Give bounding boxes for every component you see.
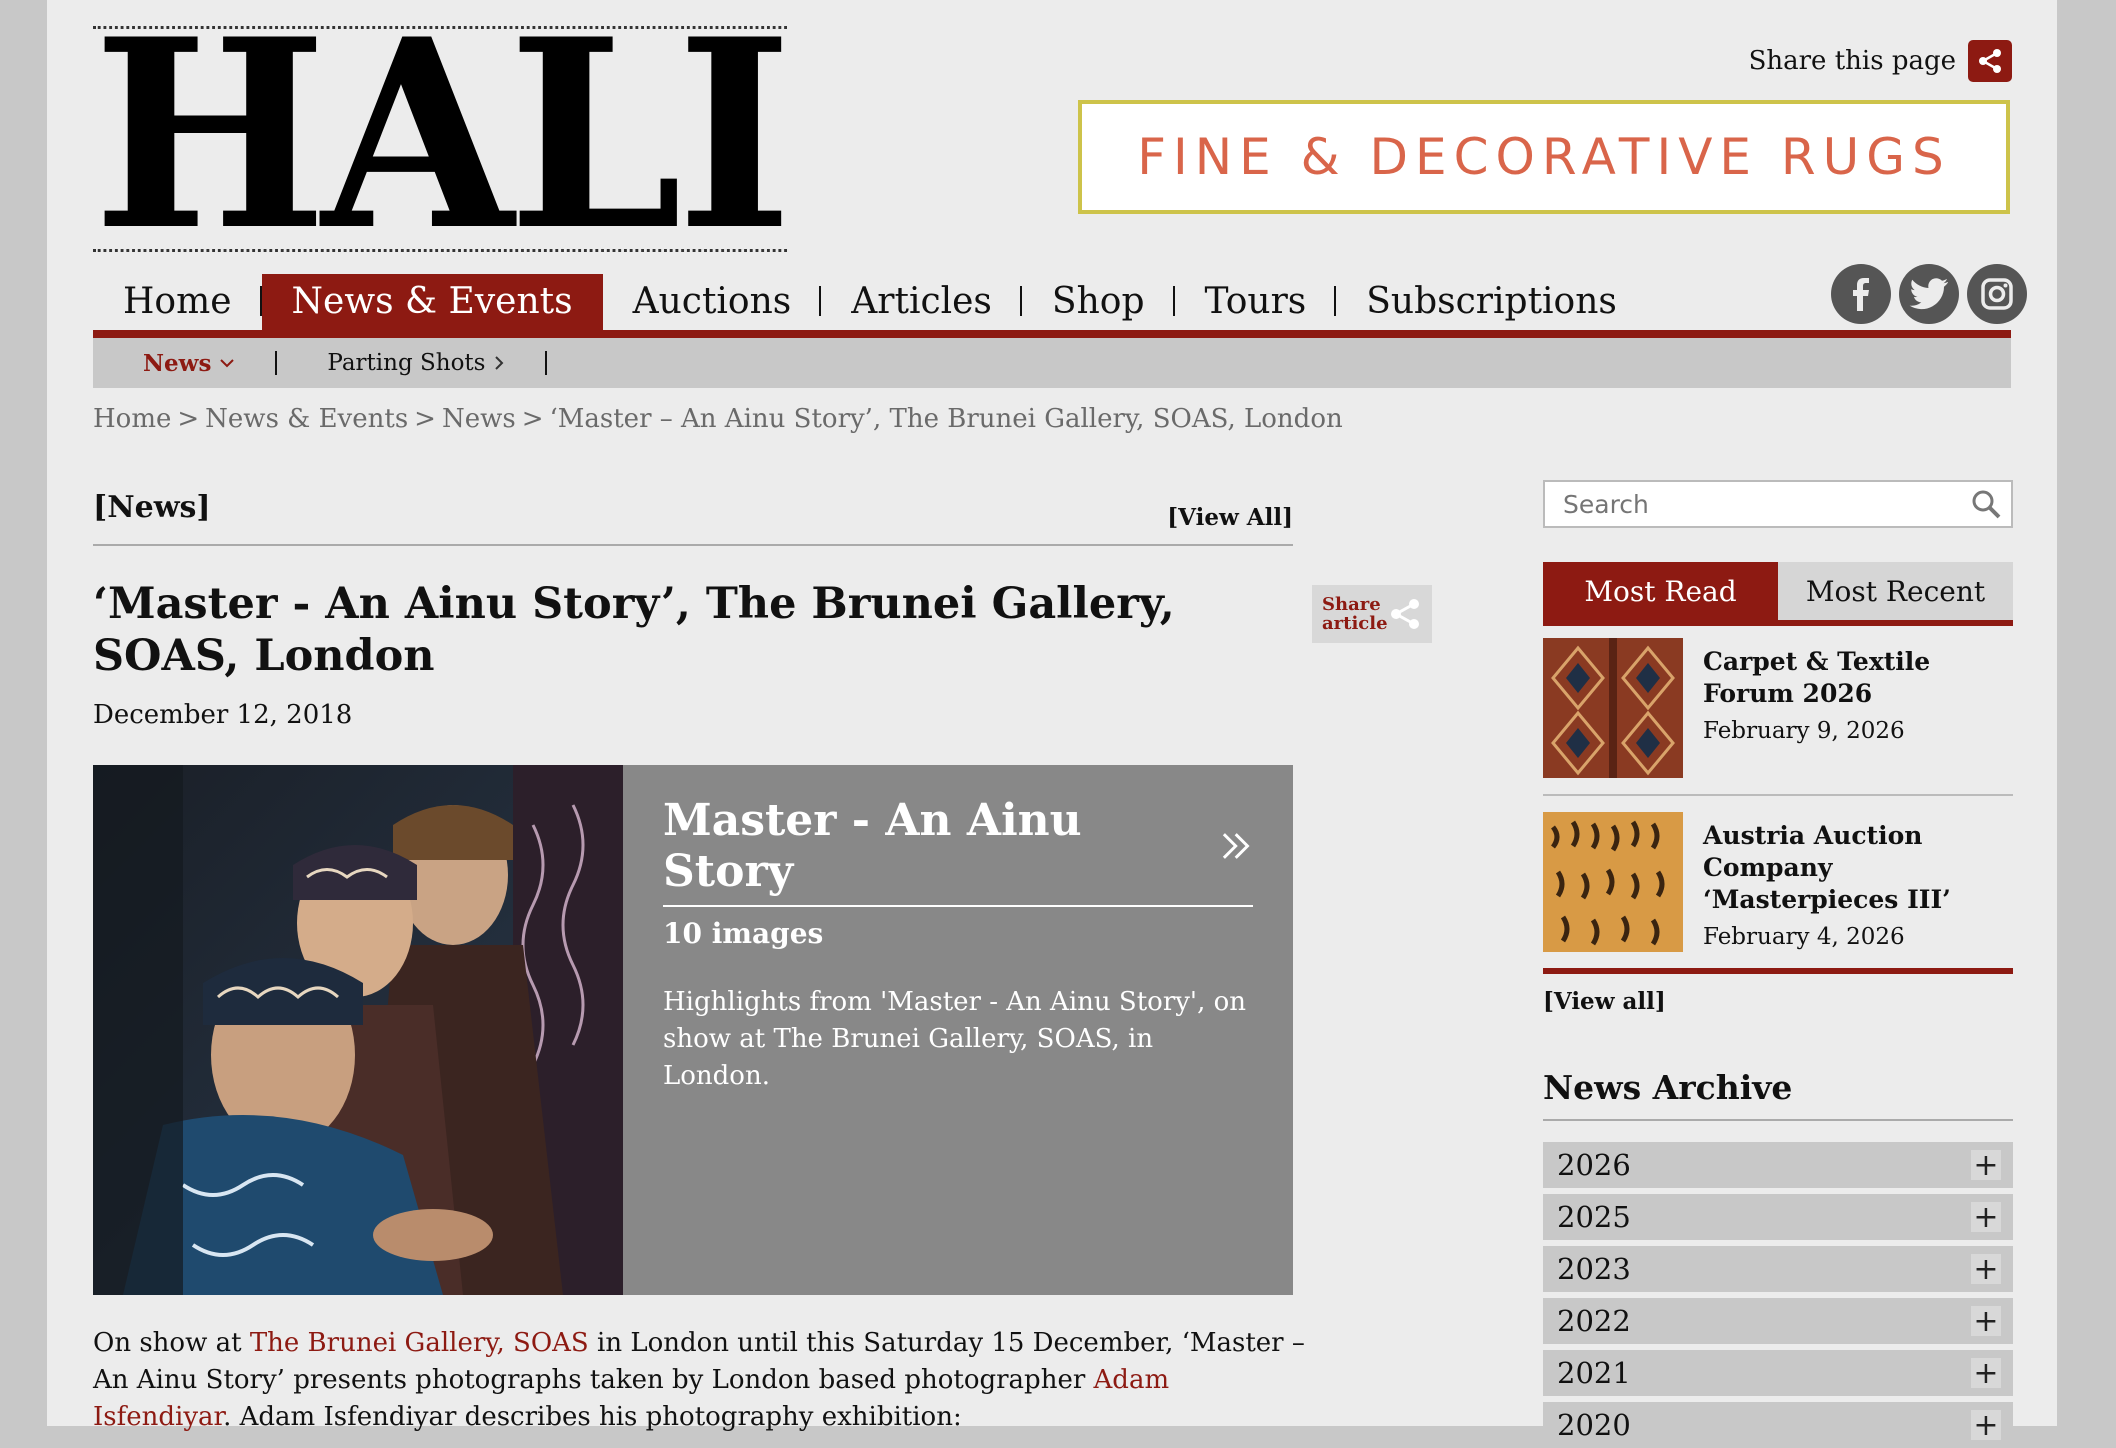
breadcrumb-sep: > xyxy=(521,404,544,434)
gallery-title-row[interactable]: Master - An Ainu Story xyxy=(663,795,1253,907)
list-item[interactable]: Carpet & Textile Forum 2026 February 9, … xyxy=(1543,638,2013,778)
article-title: ‘Master - An Ainu Story’, The Brunei Gal… xyxy=(93,579,1175,681)
main-nav: Home News & Events Auctions Articles Sho… xyxy=(93,274,2011,338)
breadcrumb-sep: > xyxy=(414,404,436,434)
image-gallery[interactable]: Master - An Ainu Story 10 images Highlig… xyxy=(93,765,1293,1295)
plus-icon[interactable]: + xyxy=(1971,1304,2001,1339)
list-item-date: February 4, 2026 xyxy=(1703,924,1905,950)
share-icon xyxy=(1391,599,1419,629)
nav-home[interactable]: Home xyxy=(93,274,262,330)
archive-year: 2023 xyxy=(1557,1252,1631,1286)
double-chevron-right-icon[interactable] xyxy=(1218,828,1253,864)
share-page[interactable]: Share this page xyxy=(1749,40,2012,82)
subnav-divider xyxy=(545,351,548,375)
archive-year-row[interactable]: 2026 + xyxy=(1543,1142,2013,1188)
breadcrumb-current: ‘Master – An Ainu Story’, The Brunei Gal… xyxy=(549,404,1343,434)
body-text: On show at xyxy=(93,1328,250,1358)
plus-icon[interactable]: + xyxy=(1971,1252,2001,1287)
list-item-date: February 9, 2026 xyxy=(1703,718,1905,744)
list-item-title[interactable]: Austria Auction Company ‘Masterpieces II… xyxy=(1703,820,2013,916)
share-icon[interactable] xyxy=(1968,40,2012,82)
share-page-label: Share this page xyxy=(1748,46,1956,76)
chevron-down-icon xyxy=(220,359,235,368)
news-archive-title: News Archive xyxy=(1543,1068,2013,1121)
archive-year: 2025 xyxy=(1557,1200,1631,1234)
most-read-bottom-rule xyxy=(1543,968,2013,974)
nav-shop[interactable]: Shop xyxy=(1022,274,1175,330)
breadcrumb: Home > News & Events > News > ‘Master – An Ain… xyxy=(93,404,1343,434)
page: HALI Share this page FINE & DECORATIVE R… xyxy=(47,0,2057,1448)
subnav-parting-shots-label: Parting Shots xyxy=(327,350,486,376)
archive-year-row[interactable]: 2023 + xyxy=(1543,1246,2013,1292)
divider xyxy=(1543,794,2013,796)
nav-tours[interactable]: Tours xyxy=(1175,274,1337,330)
article-date: December 12, 2018 xyxy=(93,700,353,730)
plus-icon[interactable]: + xyxy=(1971,1200,2001,1235)
archive-year-row[interactable]: 2021 + xyxy=(1543,1350,2013,1396)
facebook-icon[interactable] xyxy=(1831,264,1891,324)
tab-most-read[interactable]: Most Read xyxy=(1543,562,1778,620)
twitter-icon[interactable] xyxy=(1899,264,1959,324)
archive-year-row[interactable]: 2025 + xyxy=(1543,1194,2013,1240)
nav-subscriptions[interactable]: Subscriptions xyxy=(1336,274,1647,330)
list-item-title[interactable]: Carpet & Textile Forum 2026 xyxy=(1703,646,2013,710)
share-article-button[interactable]: Share article xyxy=(1312,585,1432,643)
archive-year-row[interactable]: 2020 + xyxy=(1543,1402,2013,1448)
nav-news-events[interactable]: News & Events xyxy=(261,274,603,330)
archive-year: 2022 xyxy=(1557,1304,1631,1338)
search-input[interactable] xyxy=(1561,488,1955,520)
breadcrumb-sep: > xyxy=(177,404,200,434)
gallery-info: Master - An Ainu Story 10 images Highlig… xyxy=(663,795,1253,1095)
sub-nav: News Parting Shots xyxy=(93,338,2011,388)
archive-year: 2021 xyxy=(1557,1356,1631,1390)
archive-year: 2026 xyxy=(1557,1148,1631,1182)
nav-articles[interactable]: Articles xyxy=(821,274,1022,330)
gallery-description: Highlights from 'Master - An Ainu Story'… xyxy=(663,987,1247,1091)
most-read-view-all[interactable]: [View all] xyxy=(1543,988,1666,1015)
body-text: . Adam Isfendiyar describes his photogra… xyxy=(223,1402,962,1432)
search-box xyxy=(1543,480,2013,528)
plus-icon[interactable]: + xyxy=(1971,1408,2001,1443)
breadcrumb-news[interactable]: News xyxy=(442,404,516,434)
subnav-news-label: News xyxy=(143,349,212,377)
instagram-icon[interactable] xyxy=(1967,264,2027,324)
archive-year-row[interactable]: 2022 + xyxy=(1543,1298,2013,1344)
hali-logo[interactable]: HALI xyxy=(93,26,787,252)
list-item-text: Carpet & Textile Forum 2026 February 9, … xyxy=(1703,638,2013,778)
banner-ad[interactable]: FINE & DECORATIVE RUGS xyxy=(1078,100,2010,214)
carpet-thumbnail[interactable] xyxy=(1543,638,1683,778)
brunei-gallery-link[interactable]: The Brunei Gallery, SOAS xyxy=(250,1328,589,1358)
subnav-news[interactable]: News xyxy=(143,350,275,377)
nav-auctions[interactable]: Auctions xyxy=(603,274,822,330)
archive-year: 2020 xyxy=(1557,1408,1631,1442)
chevron-right-icon xyxy=(495,356,504,370)
plus-icon[interactable]: + xyxy=(1971,1148,2001,1183)
search-icon[interactable] xyxy=(1971,489,2001,519)
subnav-parting-shots[interactable]: Parting Shots xyxy=(327,350,545,376)
share-article-label: Share article xyxy=(1322,594,1388,634)
article-body: On show at The Brunei Gallery, SOAS in L… xyxy=(93,1325,1313,1436)
section-header: [News] [View All] xyxy=(93,490,1293,546)
list-item-text: Austria Auction Company ‘Masterpieces II… xyxy=(1703,812,2013,952)
social-links xyxy=(1831,264,2027,324)
section-title: [News] xyxy=(93,490,211,525)
breadcrumb-home[interactable]: Home xyxy=(93,404,171,434)
subnav-divider xyxy=(275,351,278,375)
sidebar-tabs: Most Read Most Recent xyxy=(1543,562,2013,626)
breadcrumb-news-events[interactable]: News & Events xyxy=(205,404,408,434)
gallery-count: 10 images xyxy=(663,917,824,950)
list-item[interactable]: Austria Auction Company ‘Masterpieces II… xyxy=(1543,812,2013,952)
tab-most-recent[interactable]: Most Recent xyxy=(1778,562,2013,620)
gallery-title: Master - An Ainu Story xyxy=(663,795,1082,897)
gallery-photo[interactable] xyxy=(93,765,623,1295)
view-all-link[interactable]: [View All] xyxy=(1167,504,1293,531)
tiger-rug-thumbnail[interactable] xyxy=(1543,812,1683,952)
plus-icon[interactable]: + xyxy=(1971,1356,2001,1391)
